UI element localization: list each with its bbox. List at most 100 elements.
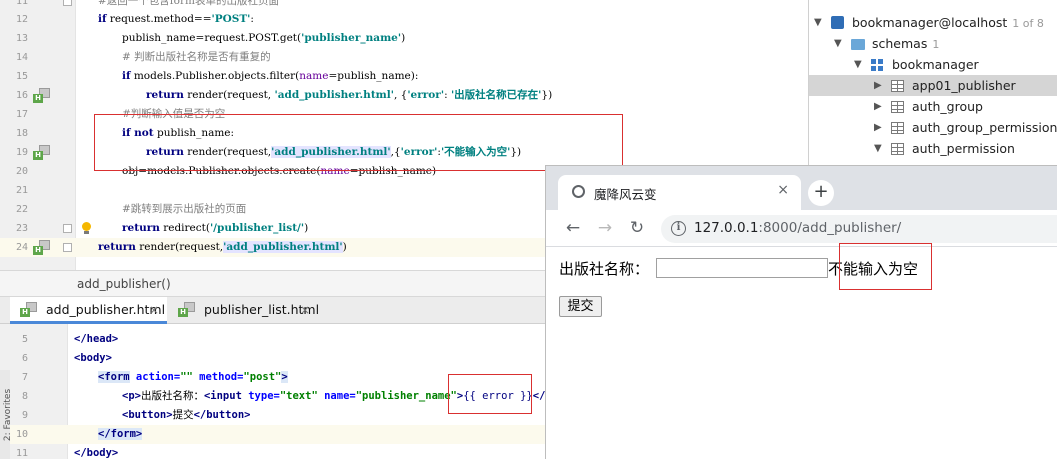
- code-line[interactable]: 12 if request.method=='POST':: [0, 10, 808, 29]
- tree-item-auth-group-permissions[interactable]: ▶ auth_group_permissions: [809, 117, 1057, 138]
- line-number: 15: [15, 71, 28, 82]
- info-icon[interactable]: i: [671, 221, 686, 236]
- table-icon: [891, 80, 904, 92]
- html-file-icon: H: [178, 302, 196, 317]
- lightbulb-icon[interactable]: [81, 222, 92, 235]
- line-number: 14: [15, 52, 28, 63]
- folder-icon: [851, 39, 865, 50]
- chevron-down-icon[interactable]: ▼: [834, 33, 844, 54]
- database-icon: [831, 16, 844, 29]
- tree-item-schemas[interactable]: ▼ schemas 1: [809, 33, 1057, 54]
- code-text: return render(request,'add_publisher.htm…: [98, 241, 347, 253]
- tab-publisher-list-html[interactable]: H publisher_list.html ×: [168, 297, 319, 324]
- schema-icon: [871, 59, 884, 71]
- reload-icon[interactable]: ↻: [625, 216, 649, 240]
- code-line[interactable]: 6 <body>: [0, 349, 545, 368]
- annotation-highlight-box: [448, 374, 532, 414]
- code-text: <button>提交</button>: [122, 409, 251, 421]
- code-text: if request.method=='POST':: [98, 13, 254, 25]
- line-number: 24: [15, 242, 28, 253]
- code-line-current[interactable]: 10 </form>: [0, 425, 545, 444]
- line-number: 19: [15, 147, 28, 158]
- line-number: 5: [21, 334, 28, 345]
- chevron-right-icon[interactable]: ▶: [874, 117, 884, 138]
- tree-item-label: auth_group: [912, 99, 983, 114]
- code-comment: # 判断出版社名称是否有重复的: [122, 51, 271, 63]
- line-number: 13: [15, 33, 28, 44]
- globe-icon: [572, 185, 585, 198]
- back-arrow-icon[interactable]: ←: [561, 216, 585, 240]
- code-line[interactable]: 14 # 判断出版社名称是否有重复的: [0, 48, 808, 67]
- tree-item-count: 1: [932, 38, 940, 51]
- annotation-highlight-box: [839, 243, 932, 290]
- html-file-gutter-icon[interactable]: H: [33, 145, 51, 160]
- tree-item-label: auth_permission: [912, 141, 1015, 156]
- tree-item-label: schemas: [872, 36, 928, 51]
- favorites-label[interactable]: 2: Favorites: [3, 389, 13, 441]
- chevron-down-icon[interactable]: ▼: [814, 12, 824, 33]
- line-number: 18: [15, 128, 28, 139]
- code-text: </head>: [74, 333, 119, 345]
- line-number: 21: [15, 185, 28, 196]
- browser-window: 魔降风云变 × + ← → ↻ i 127.0.0.1:8000/add_pub…: [545, 165, 1057, 459]
- tree-item-count: 1 of 8: [1012, 17, 1044, 30]
- chevron-down-icon[interactable]: ▼: [854, 54, 864, 75]
- database-tree-panel[interactable]: ▼ bookmanager@localhost 1 of 8 ▼ schemas 1…: [808, 0, 1057, 165]
- code-line[interactable]: 5 </head>: [0, 330, 545, 349]
- breadcrumb-function[interactable]: add_publisher(): [77, 277, 171, 291]
- publisher-name-input[interactable]: [656, 258, 828, 278]
- tree-item-auth-group[interactable]: ▶ auth_group: [809, 96, 1057, 117]
- chevron-down-icon[interactable]: ▼: [874, 138, 884, 159]
- tree-item-connection[interactable]: ▼ bookmanager@localhost 1 of 8: [809, 12, 1057, 33]
- fold-marker-icon[interactable]: [63, 224, 72, 233]
- chevron-right-icon[interactable]: ▶: [874, 96, 884, 117]
- annotation-highlight-box: [94, 114, 623, 171]
- fold-marker-icon[interactable]: [63, 0, 72, 6]
- tree-item-label: app01_publisher: [912, 78, 1016, 93]
- close-icon[interactable]: ×: [777, 182, 789, 198]
- code-line[interactable]: 13 publish_name=request.POST.get('publis…: [0, 29, 808, 48]
- close-icon[interactable]: ×: [300, 297, 310, 323]
- code-line[interactable]: 15 if models.Publisher.objects.filter(na…: [0, 67, 808, 86]
- line-number: 17: [15, 109, 28, 120]
- table-icon: [891, 122, 904, 134]
- code-text: return redirect('/publisher_list/'): [122, 222, 309, 234]
- tab-add-publisher-html[interactable]: H add_publisher.html ×: [10, 297, 167, 324]
- close-icon[interactable]: ×: [149, 297, 159, 323]
- browser-toolbar: ← → ↻ i 127.0.0.1:8000/add_publisher/: [546, 210, 1057, 247]
- line-number: 20: [15, 166, 28, 177]
- browser-tab-title: 魔降风云变: [594, 187, 657, 202]
- tree-item-bookmanager[interactable]: ▼ bookmanager: [809, 54, 1057, 75]
- line-number: 22: [15, 204, 28, 215]
- line-number: 23: [15, 223, 28, 234]
- code-text: <form action="" method="post">: [98, 371, 288, 383]
- browser-tab-strip: 魔降风云变 × +: [546, 166, 1057, 210]
- html-file-gutter-icon[interactable]: H: [33, 88, 51, 103]
- code-text: if models.Publisher.objects.filter(name=…: [122, 70, 419, 82]
- html-file-icon: H: [20, 302, 38, 317]
- forward-arrow-icon[interactable]: →: [593, 216, 617, 240]
- code-line[interactable]: 16 H return render(request, 'add_publish…: [0, 86, 808, 105]
- new-tab-button[interactable]: +: [808, 180, 834, 206]
- favorites-tool-strip[interactable]: 2: Favorites: [0, 370, 13, 459]
- tree-item-label: bookmanager@localhost: [852, 15, 1008, 30]
- code-text: </body>: [74, 447, 119, 459]
- chevron-right-icon[interactable]: ▶: [874, 75, 884, 96]
- page-content: 出版社名称： 不能输入为空 提交: [546, 248, 1057, 459]
- code-comment: #跳转到展示出版社的页面: [122, 203, 247, 215]
- address-url[interactable]: 127.0.0.1:8000/add_publisher/: [694, 220, 901, 236]
- tree-item-app01-publisher[interactable]: ▶ app01_publisher: [809, 75, 1057, 96]
- html-file-gutter-icon[interactable]: H: [33, 240, 51, 255]
- fold-marker-icon[interactable]: [63, 243, 72, 252]
- browser-tab[interactable]: 魔降风云变 ×: [558, 175, 801, 210]
- line-number: 6: [21, 353, 28, 364]
- tree-item-label: bookmanager: [892, 57, 979, 72]
- table-icon: [891, 101, 904, 113]
- tab-label: add_publisher.html: [46, 302, 166, 317]
- tree-item-auth-permission[interactable]: ▼ auth_permission: [809, 138, 1057, 159]
- code-line[interactable]: 11 </body>: [0, 444, 545, 459]
- submit-button[interactable]: 提交: [559, 296, 602, 317]
- code-text: publish_name=request.POST.get('publisher…: [122, 32, 406, 44]
- line-number: 12: [15, 14, 28, 25]
- address-bar[interactable]: i 127.0.0.1:8000/add_publisher/: [661, 215, 1057, 243]
